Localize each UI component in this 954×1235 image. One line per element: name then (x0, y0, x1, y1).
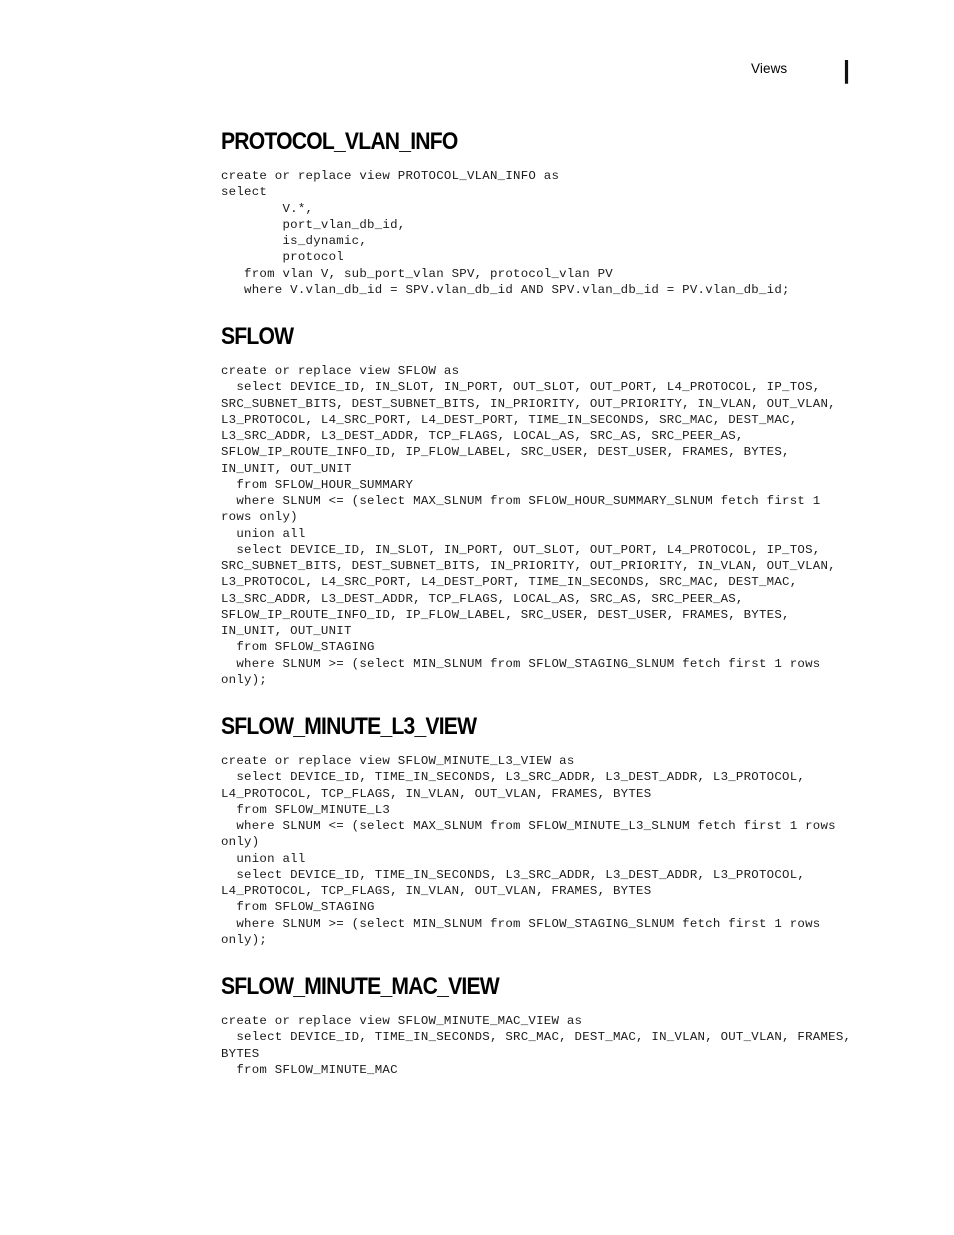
section-protocol-vlan-info: PROTOCOL_VLAN_INFO create or replace vie… (221, 128, 921, 298)
sql-code-block: create or replace view SFLOW_MINUTE_MAC_… (221, 1014, 852, 1077)
section-sflow-minute-l3-view: SFLOW_MINUTE_L3_VIEW create or replace v… (221, 713, 921, 948)
sql-code-block: create or replace view PROTOCOL_VLAN_INF… (221, 169, 790, 297)
header-page-mark: | (843, 56, 850, 84)
section-sflow: SFLOW create or replace view SFLOW as se… (221, 323, 921, 688)
section-heading: SFLOW_MINUTE_MAC_VIEW (221, 973, 500, 1000)
sql-code-block: create or replace view SFLOW_MINUTE_L3_V… (221, 754, 836, 947)
header-chapter-label: Views (751, 61, 788, 76)
sql-code-block: create or replace view SFLOW as select D… (221, 364, 836, 687)
section-heading: SFLOW (221, 323, 294, 350)
document-page: Views | PROTOCOL_VLAN_INFO create or rep… (0, 0, 954, 1235)
section-heading: SFLOW_MINUTE_L3_VIEW (221, 713, 477, 740)
document-body: PROTOCOL_VLAN_INFO create or replace vie… (221, 128, 921, 1078)
section-heading: PROTOCOL_VLAN_INFO (221, 128, 458, 155)
section-sflow-minute-mac-view: SFLOW_MINUTE_MAC_VIEW create or replace … (221, 973, 921, 1078)
page-running-header: Views | (0, 56, 954, 91)
